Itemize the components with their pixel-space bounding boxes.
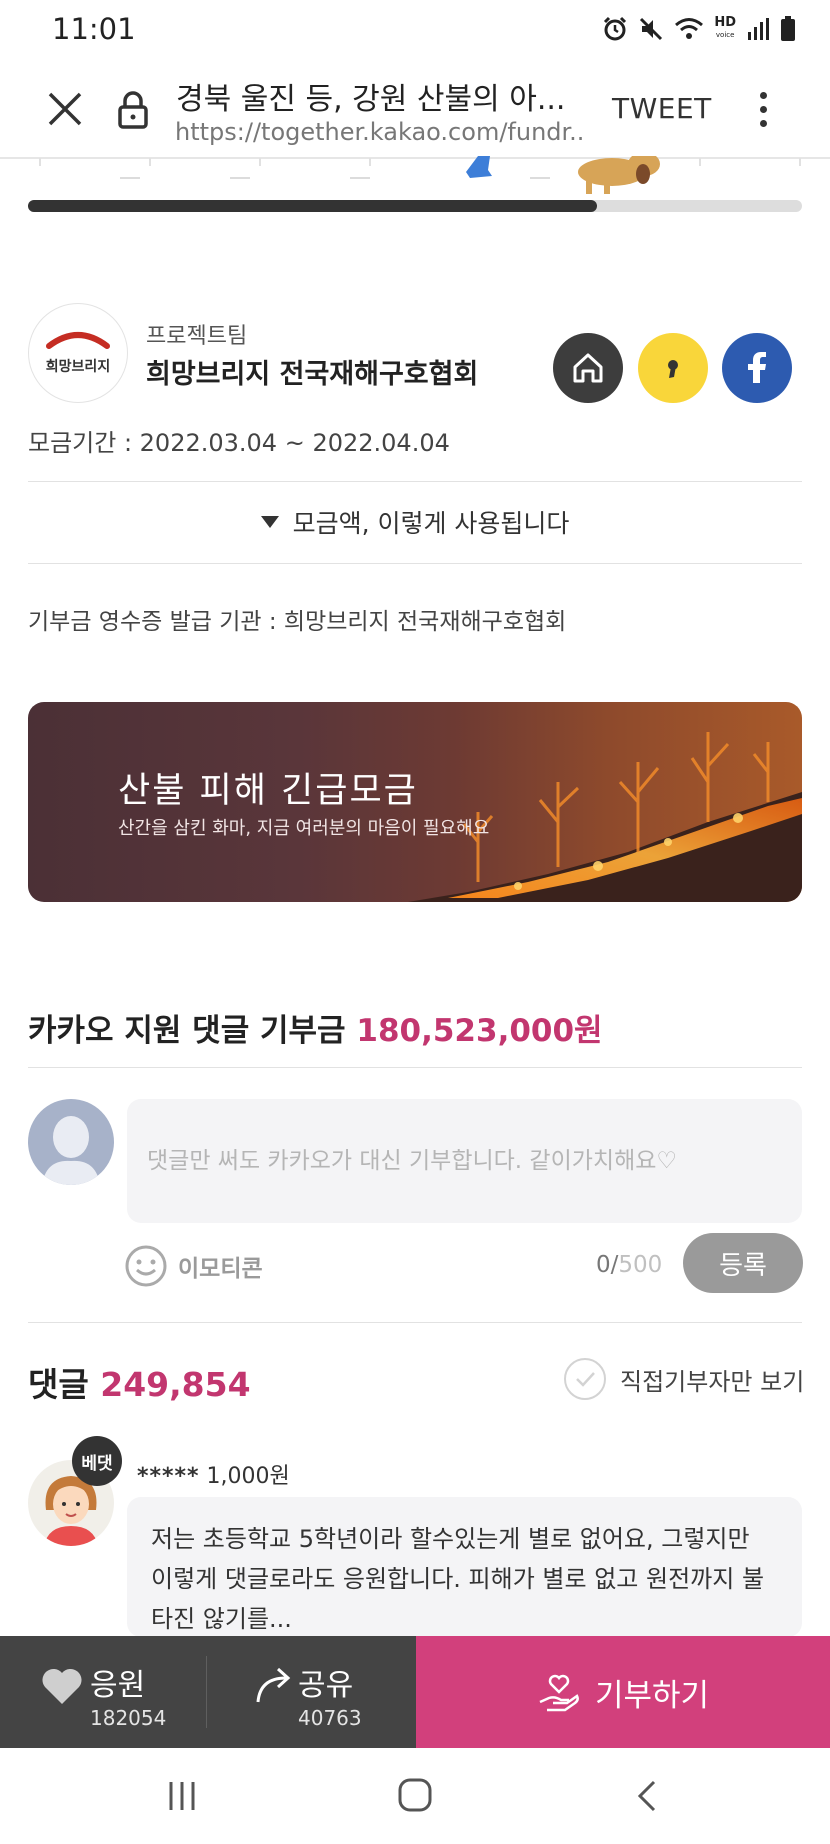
donation-label: 카카오 지원 댓글 기부금 (28, 1013, 346, 1049)
caret-down-icon (260, 516, 279, 528)
org-logo-text: 희망브리지 (45, 359, 111, 375)
usage-toggle-label: 모금액, 이렇게 사용됩니다 (292, 509, 570, 538)
commenter-donation: 1,000원 (206, 1464, 290, 1489)
comments-heading: 댓글 249,854 (28, 1358, 251, 1406)
organization-logo[interactable]: 희망브리지 (28, 303, 128, 403)
signal-icon (748, 18, 769, 40)
forest-fire-image (408, 732, 802, 902)
divider (28, 1067, 802, 1068)
android-navigation-bar (0, 1748, 830, 1844)
share-label: 공유 (298, 1668, 354, 1703)
heart-icon (42, 1668, 82, 1704)
kakao-comma-icon (668, 360, 678, 378)
share-button[interactable]: 공유 40763 (206, 1636, 416, 1748)
commenter-info: ***** 1,000원 (137, 1458, 290, 1490)
smiley-icon (125, 1245, 167, 1287)
share-count: 40763 (298, 1706, 362, 1730)
facebook-icon (748, 352, 766, 383)
organization-name[interactable]: 희망브리지 전국재해구호협회 (146, 352, 478, 391)
action-divider (206, 1656, 207, 1728)
commenter-name: ***** (137, 1464, 200, 1489)
best-comment-badge: 베댓 (72, 1436, 122, 1486)
campaign-illustration (0, 156, 830, 194)
org-logo-arc (46, 332, 110, 349)
donation-amount: 180,523,000원 (356, 1013, 603, 1049)
organization-label: 프로젝트팀 (146, 324, 248, 349)
banner-subtitle: 산간을 삼킨 화마, 지금 여러분의 마음이 필요해요 (118, 818, 490, 839)
page-url[interactable]: https://together.kakao.com/fundr... (175, 118, 585, 146)
donate-button[interactable]: 기부하기 (416, 1636, 830, 1748)
action-bar: 응원 182054 공유 40763 기부하기 (0, 1636, 830, 1748)
back-nav-icon[interactable] (630, 1778, 666, 1814)
home-icon (573, 353, 603, 383)
voice-label: voice (715, 31, 735, 39)
receipt-issuer: 기부금 영수증 발급 기관 : 희망브리지 전국재해구호협회 (28, 609, 567, 635)
check-circle-icon[interactable] (564, 1358, 606, 1400)
status-icons: HD voice (602, 14, 796, 44)
mute-icon (640, 17, 663, 41)
comment-count: 249,854 (100, 1365, 251, 1404)
cheer-label: 응원 (90, 1668, 146, 1703)
page-title: 경북 울진 등, 강원 산불의 아... (176, 82, 566, 117)
banner-title: 산불 피해 긴급모금 (118, 771, 418, 811)
fundraising-period: 모금기간 : 2022.03.04 ~ 2022.04.04 (28, 429, 450, 457)
emoticon-label: 이모티콘 (178, 1256, 263, 1282)
alarm-icon (604, 16, 627, 41)
char-max: 500 (618, 1252, 663, 1278)
progress-fill (28, 200, 597, 212)
home-button[interactable] (553, 333, 623, 403)
char-current: 0 (596, 1252, 611, 1278)
hd-voice-icon: HD voice (714, 15, 736, 41)
comments-label: 댓글 (28, 1365, 89, 1404)
direct-donor-filter[interactable]: 직접기부자만 보기 (564, 1358, 804, 1400)
cheer-count: 182054 (90, 1706, 167, 1730)
campaign-banner[interactable]: 산불 피해 긴급모금 산간을 삼킨 화마, 지금 여러분의 마음이 필요해요 (28, 702, 802, 902)
browser-toolbar: 경북 울진 등, 강원 산불의 아... https://together.ka… (0, 60, 830, 156)
donation-heading: 카카오 지원 댓글 기부금 180,523,000원 (28, 1005, 603, 1050)
default-avatar-icon (42, 1116, 100, 1185)
emoticon-button[interactable]: 이모티콘 (124, 1244, 263, 1288)
tweet-button[interactable]: TWEET (612, 92, 712, 125)
divider (28, 1322, 802, 1323)
lock-icon[interactable] (116, 90, 150, 130)
comment-text: 저는 초등학교 5학년이라 할수있는게 별로 없어요, 그렇지만 이렇게 댓글로… (151, 1525, 765, 1633)
donate-label: 기부하기 (594, 1677, 710, 1714)
close-icon[interactable] (44, 88, 86, 130)
cheer-button[interactable]: 응원 182054 (0, 1636, 206, 1748)
kakao-share-button[interactable] (638, 333, 708, 403)
direct-donor-filter-label: 직접기부자만 보기 (620, 1367, 805, 1396)
more-options-icon[interactable] (754, 88, 774, 132)
wifi-icon (675, 18, 704, 39)
facebook-share-button[interactable] (722, 333, 792, 403)
character-counter: 0/500 (596, 1252, 663, 1278)
divider (28, 563, 802, 564)
comment-bubble: 저는 초등학교 5학년이라 할수있는게 별로 없어요, 그렇지만 이렇게 댓글로… (127, 1497, 802, 1637)
status-time: 11:01 (52, 12, 136, 46)
progress-bar (28, 200, 802, 212)
share-arrow-icon (256, 1667, 291, 1703)
recent-apps-icon[interactable] (164, 1778, 200, 1814)
comment-input[interactable] (127, 1099, 802, 1223)
hand-heart-icon (539, 1674, 579, 1712)
status-bar: 11:01 HD voice (0, 0, 830, 60)
home-nav-icon[interactable] (396, 1776, 434, 1814)
battery-icon (781, 16, 795, 41)
hd-label: HD (714, 15, 736, 30)
usage-toggle[interactable]: 모금액, 이렇게 사용됩니다 (28, 482, 802, 562)
submit-comment-button[interactable]: 등록 (683, 1233, 803, 1293)
user-avatar (28, 1099, 114, 1185)
